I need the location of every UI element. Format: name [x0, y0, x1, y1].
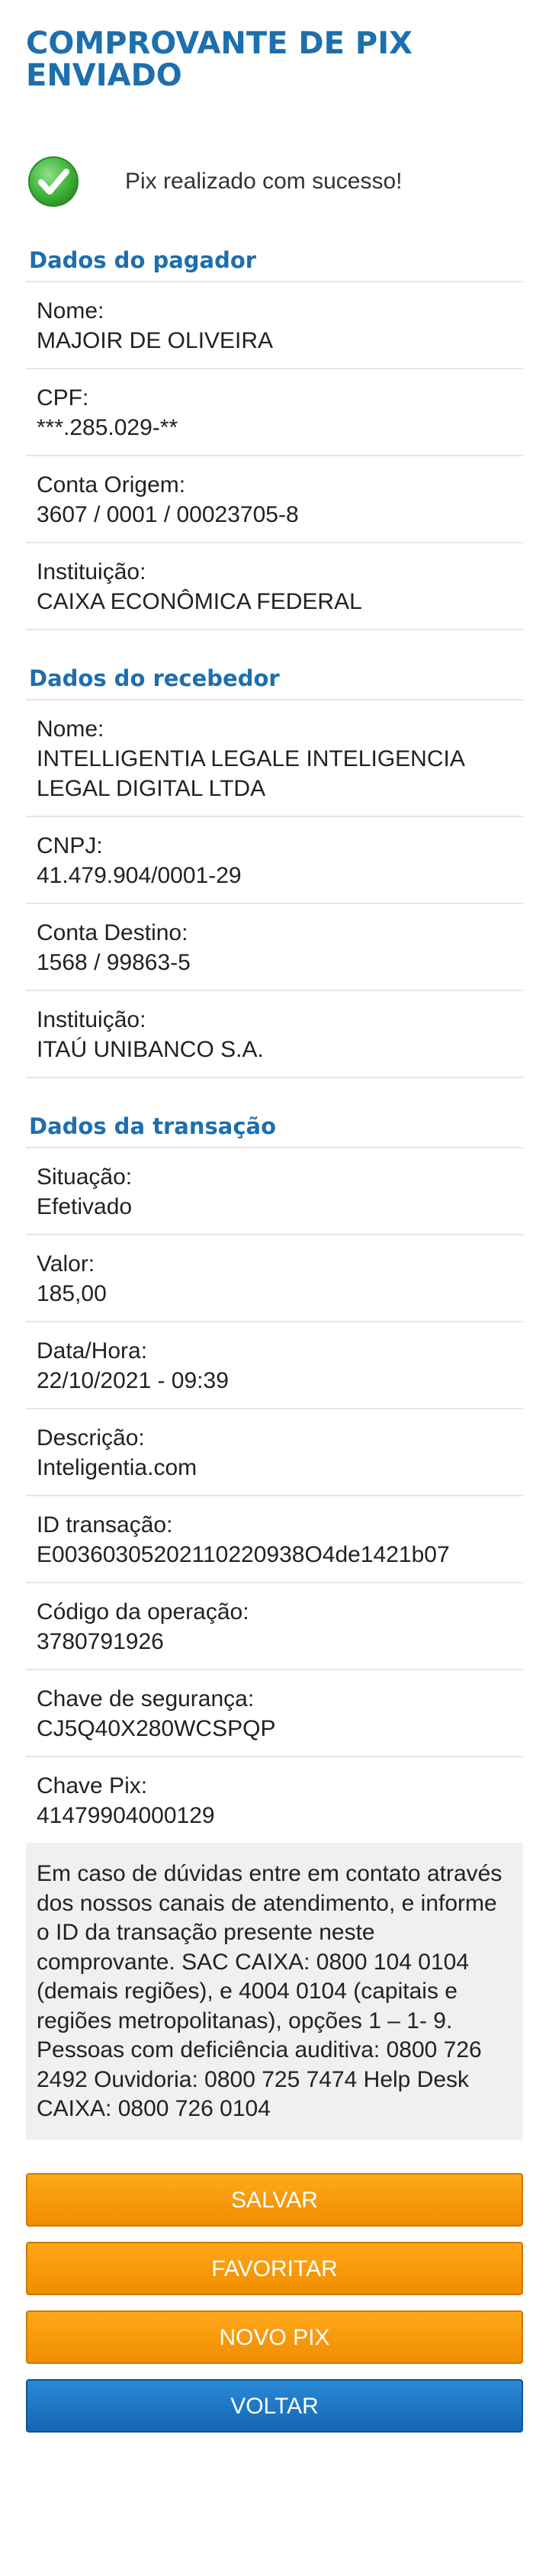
field-chave-seguranca: Chave de segurança: CJ5Q40X280WCSPQP — [26, 1670, 523, 1757]
field-pagador-nome: Nome: MAJOIR DE OLIVEIRA — [26, 282, 523, 369]
field-pagador-conta-origem: Conta Origem: 3607 / 0001 / 00023705-8 — [26, 456, 523, 543]
field-value: Inteligentia.com — [37, 1455, 197, 1480]
field-pagador-instituicao: Instituição: CAIXA ECONÔMICA FEDERAL — [26, 543, 523, 630]
field-recebedor-conta-destino: Conta Destino: 1568 / 99863-5 — [26, 904, 523, 991]
field-label: Chave de segurança: — [37, 1686, 255, 1711]
field-value: ITAÚ UNIBANCO S.A. — [37, 1037, 264, 1062]
field-label: Instituição: — [37, 1007, 146, 1032]
success-message: Pix realizado com sucesso! — [125, 169, 403, 194]
field-label: Valor: — [37, 1251, 95, 1277]
field-value: MAJOIR DE OLIVEIRA — [37, 328, 274, 353]
field-label: Nome: — [37, 716, 104, 742]
page-title: COMPROVANTE DE PIX ENVIADO — [26, 26, 413, 93]
field-value: ***.285.029-** — [37, 415, 178, 440]
transacao-fields: Situação: Efetivado Valor: 185,00 Data/H… — [26, 1148, 523, 1843]
recebedor-fields: Nome: INTELLIGENTIA LEGALE INTELIGENCIA … — [26, 700, 523, 1078]
field-pagador-cpf: CPF: ***.285.029-** — [26, 369, 523, 456]
section-title-pagador: Dados do pagador — [26, 241, 523, 282]
field-recebedor-instituicao: Instituição: ITAÚ UNIBANCO S.A. — [26, 991, 523, 1078]
pagador-fields: Nome: MAJOIR DE OLIVEIRA CPF: ***.285.02… — [26, 282, 523, 630]
favorite-button[interactable]: FAVORITAR — [26, 2241, 523, 2295]
field-label: ID transação: — [37, 1512, 173, 1538]
field-label: Nome: — [37, 298, 104, 324]
field-value: 185,00 — [37, 1281, 107, 1306]
field-value: Efetivado — [37, 1194, 133, 1219]
field-value: 22/10/2021 - 09:39 — [37, 1368, 229, 1393]
field-valor: Valor: 185,00 — [26, 1235, 523, 1322]
field-value: 3607 / 0001 / 00023705-8 — [37, 502, 299, 527]
check-icon — [28, 156, 79, 207]
back-button[interactable]: VOLTAR — [26, 2378, 523, 2433]
field-label: Conta Destino: — [37, 920, 188, 945]
field-codigo-operacao: Código da operação: 3780791926 — [26, 1583, 523, 1670]
field-label: Instituição: — [37, 559, 146, 584]
field-situacao: Situação: Efetivado — [26, 1148, 523, 1235]
field-value: INTELLIGENTIA LEGALE INTELIGENCIA LEGAL … — [37, 746, 464, 801]
field-data-hora: Data/Hora: 22/10/2021 - 09:39 — [26, 1322, 523, 1409]
field-label: Data/Hora: — [37, 1338, 148, 1364]
field-recebedor-nome: Nome: INTELLIGENTIA LEGALE INTELIGENCIA … — [26, 700, 523, 817]
section-title-recebedor: Dados do recebedor — [26, 659, 523, 700]
field-label: Conta Origem: — [37, 472, 186, 497]
field-value: 41.479.904/0001-29 — [37, 863, 242, 888]
help-notice: Em caso de dúvidas entre em contato atra… — [26, 1843, 523, 2140]
field-value: 1568 / 99863-5 — [37, 950, 191, 975]
success-status: Pix realizado com sucesso! — [26, 151, 523, 212]
field-label: CNPJ: — [37, 833, 103, 858]
field-value: CAIXA ECONÔMICA FEDERAL — [37, 589, 362, 614]
field-label: Código da operação: — [37, 1599, 249, 1624]
field-value: E00360305202110220938O4de1421b07 — [37, 1542, 450, 1567]
save-button[interactable]: SALVAR — [26, 2172, 523, 2227]
field-value: 3780791926 — [37, 1629, 164, 1654]
field-label: CPF: — [37, 385, 89, 411]
field-value: CJ5Q40X280WCSPQP — [37, 1716, 276, 1741]
section-title-transacao: Dados da transação — [26, 1107, 523, 1148]
pix-receipt-page: COMPROVANTE DE PIX ENVIADO Pix realizado… — [0, 0, 549, 2576]
field-label: Chave Pix: — [37, 1773, 148, 1798]
field-value: 41479904000129 — [37, 1803, 215, 1828]
field-recebedor-cnpj: CNPJ: 41.479.904/0001-29 — [26, 817, 523, 904]
field-id-transacao: ID transação: E00360305202110220938O4de1… — [26, 1496, 523, 1583]
field-label: Situação: — [37, 1164, 133, 1190]
new-pix-button[interactable]: NOVO PIX — [26, 2310, 523, 2364]
field-label: Descrição: — [37, 1425, 145, 1451]
field-chave-pix: Chave Pix: 41479904000129 — [26, 1757, 523, 1843]
field-descricao: Descrição: Inteligentia.com — [26, 1409, 523, 1496]
